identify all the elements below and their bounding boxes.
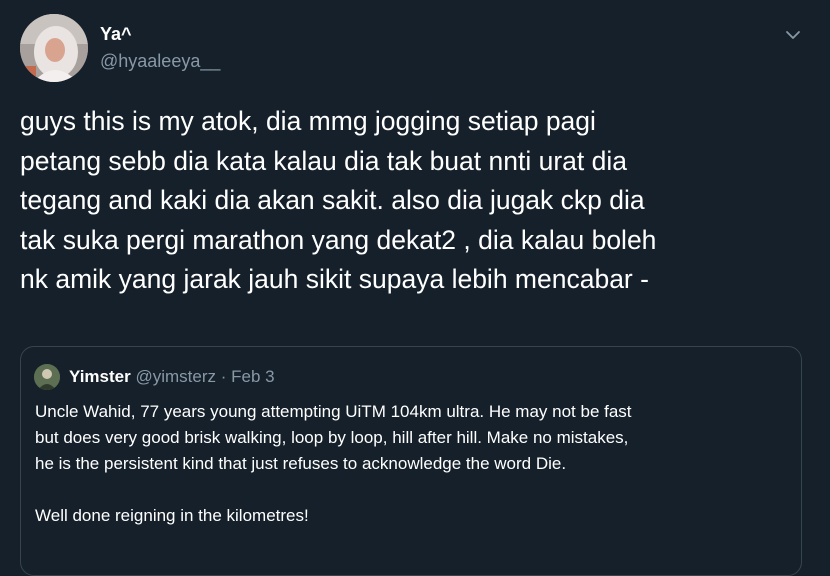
tweet-card: Ya^ @hyaaleeya__ guys this is my atok, d…	[0, 0, 830, 576]
tweet-text-line: tak suka pergi marathon yang dekat2 , di…	[20, 224, 657, 255]
quoted-tweet[interactable]: Yimster @yimsterz · Feb 3 Uncle Wahid, 7…	[20, 346, 802, 576]
quoted-tweet-date[interactable]: Feb 3	[231, 367, 274, 386]
tweet-text-line: petang sebb dia kata kalau dia tak buat …	[20, 145, 627, 176]
tweet-text-line: tegang and kaki dia akan sakit. also dia…	[20, 185, 645, 215]
tweet-text-line: nk amik yang jarak jauh sikit supaya leb…	[20, 264, 649, 294]
profile-photo-icon	[20, 14, 88, 82]
author-avatar[interactable]	[20, 14, 88, 82]
quoted-text-line: he is the persistent kind that just refu…	[35, 454, 567, 473]
quoted-tweet-text: Uncle Wahid, 77 years young attempting U…	[35, 399, 795, 529]
quoted-author-name[interactable]: Yimster	[69, 367, 131, 386]
quoted-tweet-header: Yimster @yimsterz · Feb 3	[69, 366, 275, 388]
tweet-text: guys this is my atok, dia mmg jogging se…	[20, 102, 815, 300]
quoted-text-closing: Well done reigning in the kilometres!	[35, 506, 309, 525]
author-display-name[interactable]: Ya^	[100, 23, 132, 45]
quoted-author-avatar[interactable]	[34, 364, 60, 390]
quoted-profile-photo-icon	[34, 364, 60, 390]
quoted-author-handle[interactable]: @yimsterz	[135, 367, 216, 386]
chevron-down-icon[interactable]	[782, 24, 804, 46]
tweet-text-line: guys this is my atok, dia mmg jogging se…	[20, 106, 596, 136]
quoted-separator: ·	[220, 367, 227, 386]
quoted-text-line: Uncle Wahid, 77 years young attempting U…	[35, 402, 632, 421]
quoted-text-line: but does very good brisk walking, loop b…	[35, 428, 629, 447]
author-handle[interactable]: @hyaaleeya__	[100, 50, 220, 72]
